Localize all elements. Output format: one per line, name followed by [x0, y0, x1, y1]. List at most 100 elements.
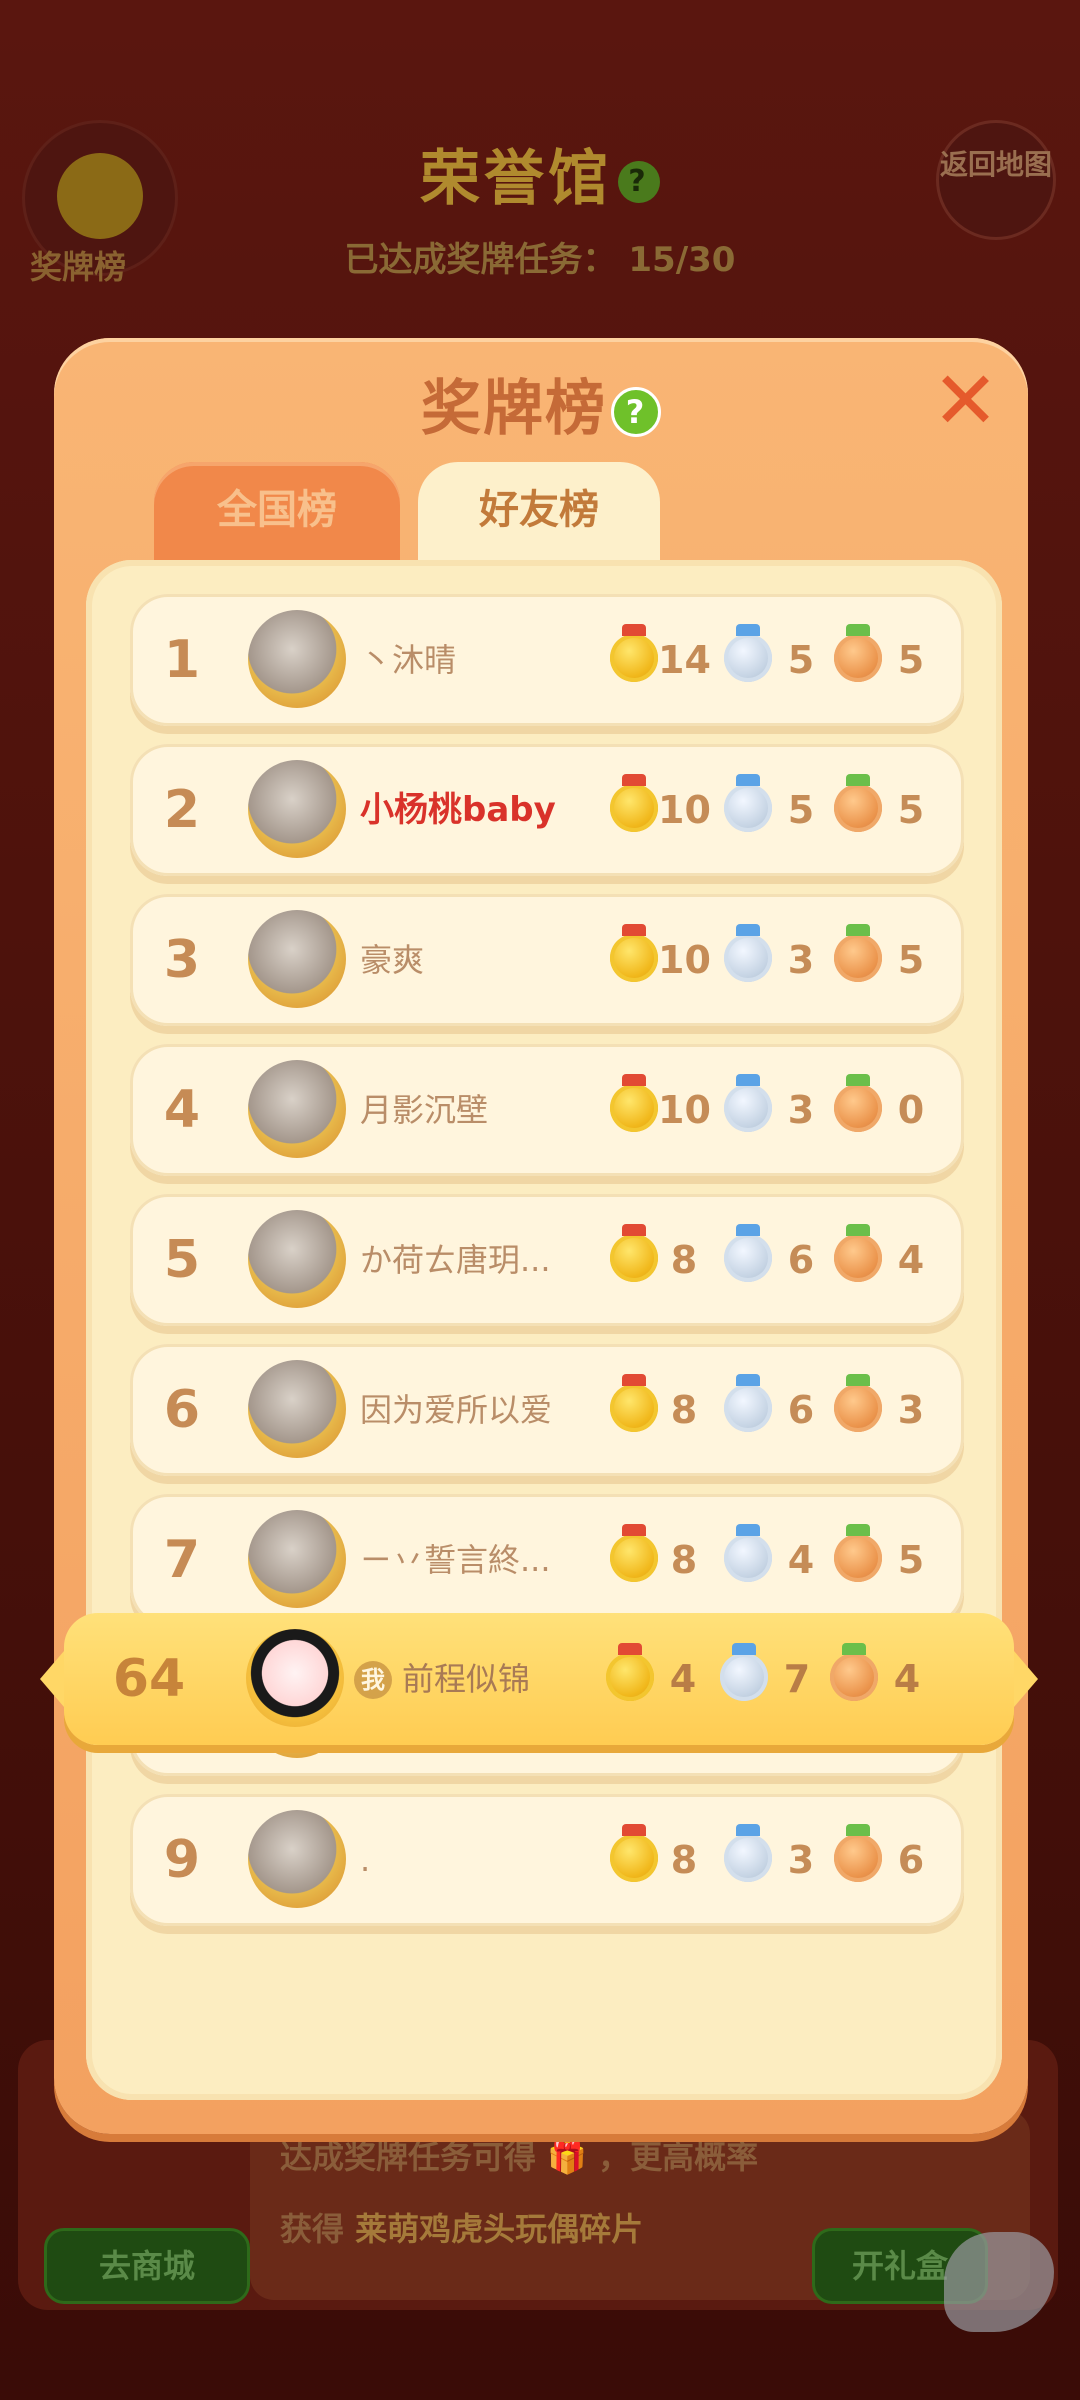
gold-count: 8 — [670, 1388, 698, 1432]
leaderboard-row[interactable]: 1 丶沐晴 14 5 5 — [130, 594, 964, 726]
bronze-medal-icon — [834, 1224, 882, 1282]
silver-medal-icon — [724, 774, 772, 832]
silver-medal-icon — [724, 1524, 772, 1582]
bronze-count: 5 — [897, 638, 925, 682]
silver-count: 6 — [787, 1388, 815, 1432]
rank-number: 3 — [163, 930, 201, 990]
silver-count: 5 — [787, 638, 815, 682]
my-rank-row[interactable]: 64 我 前程似锦 4 7 4 — [40, 1613, 1038, 1745]
rank-number: 6 — [163, 1380, 201, 1440]
silver-count: 5 — [787, 788, 815, 832]
tab-national[interactable]: 全国榜 — [154, 462, 400, 562]
bronze-medal-icon — [834, 1074, 882, 1132]
player-name: 月影沉壁 — [360, 1091, 489, 1129]
silver-medal-icon — [724, 1374, 772, 1432]
gold-medal-icon — [610, 1374, 658, 1432]
gold-medal-icon — [610, 1824, 658, 1882]
help-icon[interactable]: ? — [611, 387, 661, 438]
rank-number: 2 — [163, 780, 201, 840]
gold-count: 10 — [658, 938, 711, 982]
avatar — [248, 1060, 346, 1158]
gold-medal-icon — [610, 924, 658, 982]
avatar — [248, 1510, 346, 1608]
gold-count: 8 — [670, 1838, 698, 1882]
medal-leaderboard-dialog: 奖牌榜? ✕ 全国榜 好友榜 1 丶沐晴 14 5 5 2 小杨桃baby 10… — [54, 338, 1028, 2134]
tab-friends[interactable]: 好友榜 — [418, 462, 660, 562]
my-rank-number: 64 — [112, 1649, 186, 1709]
leaderboard-row[interactable]: 9 . 8 3 6 — [130, 1794, 964, 1926]
avatar — [248, 1360, 346, 1458]
silver-medal-icon — [724, 1824, 772, 1882]
bronze-medal-icon — [834, 774, 882, 832]
rank-number: 4 — [163, 1080, 201, 1140]
gold-medal-icon — [610, 624, 658, 682]
gold-count: 8 — [670, 1538, 698, 1582]
silver-medal-icon — [724, 1074, 772, 1132]
hall-of-honor-title: 荣誉馆? — [0, 130, 1080, 217]
my-player-name: 前程似锦 — [402, 1660, 531, 1698]
bronze-count: 0 — [897, 1088, 925, 1132]
dialog-title: 奖牌榜? — [54, 360, 1028, 447]
player-name: 丶沐晴 — [360, 641, 457, 679]
player-name: か荷ㄊ唐玥... — [360, 1241, 551, 1279]
bronze-count: 5 — [897, 788, 925, 832]
progress-text: 已达成奖牌任务： 15/30 — [344, 240, 736, 280]
shop-button[interactable]: 去商城 — [44, 2228, 250, 2304]
silver-count: 4 — [787, 1538, 815, 1582]
bronze-count: 3 — [897, 1388, 925, 1432]
my-bronze-count: 4 — [893, 1657, 921, 1701]
silver-medal-icon — [724, 924, 772, 982]
bronze-count: 6 — [897, 1838, 925, 1882]
gold-count: 10 — [658, 788, 711, 832]
gold-medal-icon — [610, 1224, 658, 1282]
rank-number: 9 — [163, 1830, 201, 1890]
leaderboard-row[interactable]: 4 月影沉壁 10 3 0 — [130, 1044, 964, 1176]
bronze-count: 5 — [897, 1538, 925, 1582]
avatar — [248, 760, 346, 858]
leaderboard-list[interactable]: 1 丶沐晴 14 5 5 2 小杨桃baby 10 5 5 3 豪爽 10 3 … — [86, 560, 1002, 2100]
close-icon[interactable]: ✕ — [932, 361, 999, 441]
silver-medal-icon — [724, 624, 772, 682]
avatar — [248, 1210, 346, 1308]
my-avatar — [246, 1629, 344, 1727]
silver-count: 3 — [787, 938, 815, 982]
rank-number: 7 — [163, 1530, 201, 1590]
rank-number: 1 — [163, 630, 201, 690]
silver-count: 6 — [787, 1238, 815, 1282]
bronze-medal-icon — [834, 1524, 882, 1582]
bronze-count: 5 — [897, 938, 925, 982]
avatar — [248, 1810, 346, 1908]
silver-medal-icon — [720, 1643, 768, 1701]
bronze-medal-icon — [834, 624, 882, 682]
my-silver-count: 7 — [783, 1657, 811, 1701]
back-to-map-button[interactable]: 返回地图 — [936, 120, 1056, 240]
player-name: . — [360, 1841, 371, 1879]
bronze-medal-icon — [834, 1824, 882, 1882]
reward-text-1: 达成奖牌任务可得 🎁 ，更高概率 — [280, 2138, 759, 2176]
bronze-count: 4 — [897, 1238, 925, 1282]
gold-medal-icon — [610, 1524, 658, 1582]
gold-medal-icon — [610, 774, 658, 832]
avatar — [248, 910, 346, 1008]
bronze-medal-icon — [834, 1374, 882, 1432]
gold-count: 14 — [658, 638, 711, 682]
gold-medal-icon — [610, 1074, 658, 1132]
rank-number: 5 — [163, 1230, 201, 1290]
silver-count: 3 — [787, 1838, 815, 1882]
player-name: ㄧ丷誓言終... — [360, 1541, 551, 1579]
gold-count: 10 — [658, 1088, 711, 1132]
help-icon[interactable]: ? — [618, 161, 660, 204]
silver-medal-icon — [724, 1224, 772, 1282]
my-gold-count: 4 — [669, 1657, 697, 1701]
leaderboard-row[interactable]: 5 か荷ㄊ唐玥... 8 6 4 — [130, 1194, 964, 1326]
me-badge: 我 — [354, 1661, 392, 1699]
player-name: 因为爱所以爱 — [360, 1391, 553, 1429]
player-name: 小杨桃baby — [360, 790, 556, 830]
silver-count: 3 — [787, 1088, 815, 1132]
leaderboard-row[interactable]: 3 豪爽 10 3 5 — [130, 894, 964, 1026]
avatar — [248, 610, 346, 708]
leaderboard-row[interactable]: 7 ㄧ丷誓言終... 8 4 5 — [130, 1494, 964, 1626]
bronze-medal-icon — [830, 1643, 878, 1701]
leaderboard-row[interactable]: 6 因为爱所以爱 8 6 3 — [130, 1344, 964, 1476]
leaderboard-row[interactable]: 2 小杨桃baby 10 5 5 — [130, 744, 964, 876]
